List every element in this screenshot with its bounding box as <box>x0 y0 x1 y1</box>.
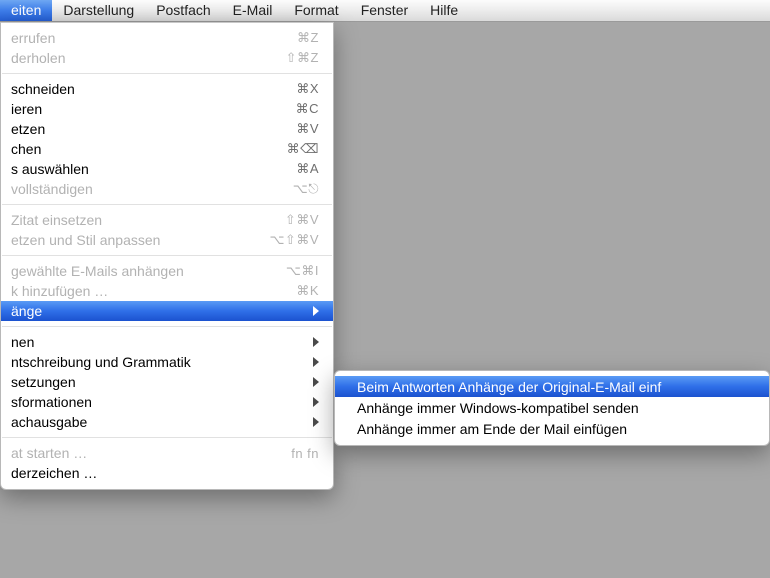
chevron-right-icon <box>313 357 319 367</box>
menu-item-redo: derholen ⇧⌘Z <box>1 48 333 68</box>
submenu-item-label: Anhänge immer Windows-kompatibel senden <box>357 400 639 416</box>
menu-separator <box>2 73 332 74</box>
menu-item-label: chen <box>11 141 273 157</box>
menu-item-attachments[interactable]: änge <box>1 301 333 321</box>
menu-item-special-characters[interactable]: derzeichen … <box>1 463 333 483</box>
menu-item-shortcut: ⌥⌘I <box>273 263 319 279</box>
menu-item-undo: errufen ⌘Z <box>1 28 333 48</box>
submenu-item-windows-friendly[interactable]: Anhänge immer Windows-kompatibel senden <box>335 397 769 418</box>
menu-item-label: änge <box>11 303 305 319</box>
menu-item-submenu-1[interactable]: nen <box>1 332 333 352</box>
menu-title-darstellung[interactable]: Darstellung <box>52 0 145 21</box>
menu-item-complete: vollständigen ⌥⎋ <box>1 179 333 199</box>
menu-item-label: s auswählen <box>11 161 273 177</box>
menu-item-label: ieren <box>11 101 273 117</box>
menu-item-shortcut: ⌘C <box>273 101 319 117</box>
menu-item-label: schneiden <box>11 81 273 97</box>
menu-item-label: derzeichen … <box>11 465 319 481</box>
menu-item-paste-as-quote: Zitat einsetzen ⇧⌘V <box>1 210 333 230</box>
menu-separator <box>2 437 332 438</box>
menu-item-shortcut: ⇧⌘V <box>273 212 319 228</box>
menu-item-label: setzungen <box>11 374 305 390</box>
chevron-right-icon <box>313 306 319 316</box>
menu-item-speech[interactable]: achausgabe <box>1 412 333 432</box>
menu-separator <box>2 204 332 205</box>
menu-item-select-all[interactable]: s auswählen ⌘A <box>1 159 333 179</box>
chevron-right-icon <box>313 397 319 407</box>
menu-item-paste-match-style: etzen und Stil anpassen ⌥⇧⌘V <box>1 230 333 250</box>
menu-item-substitutions[interactable]: setzungen <box>1 372 333 392</box>
menu-item-add-link: k hinzufügen … ⌘K <box>1 281 333 301</box>
menu-item-label: vollständigen <box>11 181 273 197</box>
menu-item-transformations[interactable]: sformationen <box>1 392 333 412</box>
menu-separator <box>2 255 332 256</box>
menu-item-delete[interactable]: chen ⌘⌫ <box>1 139 333 159</box>
menu-item-shortcut: ⌘V <box>273 121 319 137</box>
menu-item-spelling-grammar[interactable]: ntschreibung und Grammatik <box>1 352 333 372</box>
submenu-item-label: Anhänge immer am Ende der Mail einfügen <box>357 421 627 437</box>
menu-item-label: Zitat einsetzen <box>11 212 273 228</box>
menu-title-postfach[interactable]: Postfach <box>145 0 221 21</box>
menu-item-label: sformationen <box>11 394 305 410</box>
menu-item-label: errufen <box>11 30 273 46</box>
menu-item-label: nen <box>11 334 305 350</box>
chevron-right-icon <box>313 337 319 347</box>
menu-separator <box>2 326 332 327</box>
menu-item-start-dictation: at starten … fn fn <box>1 443 333 463</box>
menu-item-label: ntschreibung und Grammatik <box>11 354 305 370</box>
menu-title-email[interactable]: E-Mail <box>222 0 284 21</box>
menu-item-cut[interactable]: schneiden ⌘X <box>1 79 333 99</box>
menubar: eiten Darstellung Postfach E-Mail Format… <box>0 0 770 22</box>
menu-item-label: achausgabe <box>11 414 305 430</box>
chevron-right-icon <box>313 377 319 387</box>
menu-title-fenster[interactable]: Fenster <box>350 0 419 21</box>
menu-item-copy[interactable]: ieren ⌘C <box>1 99 333 119</box>
menu-item-shortcut: ⌘A <box>273 161 319 177</box>
menu-item-shortcut: ⌥⇧⌘V <box>269 232 319 248</box>
attachments-submenu: Beim Antworten Anhänge der Original-E-Ma… <box>334 370 770 446</box>
menu-item-shortcut: ⇧⌘Z <box>273 50 319 66</box>
menu-item-shortcut: ⌘⌫ <box>273 141 319 157</box>
menu-item-paste[interactable]: etzen ⌘V <box>1 119 333 139</box>
menu-item-shortcut: ⌥⎋ <box>273 181 319 197</box>
menu-item-shortcut: fn fn <box>273 446 319 461</box>
edit-menu-dropdown: errufen ⌘Z derholen ⇧⌘Z schneiden ⌘X ier… <box>0 22 334 490</box>
menu-title-bearbeiten[interactable]: eiten <box>0 0 52 21</box>
menu-item-attach-selected: gewählte E-Mails anhängen ⌥⌘I <box>1 261 333 281</box>
menu-item-label: k hinzufügen … <box>11 283 273 299</box>
menu-item-label: at starten … <box>11 445 273 461</box>
submenu-item-include-original-attachments[interactable]: Beim Antworten Anhänge der Original-E-Ma… <box>335 376 769 397</box>
menu-item-shortcut: ⌘Z <box>273 30 319 46</box>
submenu-item-label: Beim Antworten Anhänge der Original-E-Ma… <box>357 379 661 395</box>
menu-item-label: etzen und Stil anpassen <box>11 232 269 248</box>
chevron-right-icon <box>313 417 319 427</box>
menu-item-label: derholen <box>11 50 273 66</box>
menu-title-hilfe[interactable]: Hilfe <box>419 0 469 21</box>
menu-item-label: gewählte E-Mails anhängen <box>11 263 273 279</box>
menu-item-shortcut: ⌘X <box>273 81 319 97</box>
submenu-item-insert-at-end[interactable]: Anhänge immer am Ende der Mail einfügen <box>335 418 769 439</box>
menu-title-format[interactable]: Format <box>283 0 349 21</box>
menu-item-shortcut: ⌘K <box>273 283 319 299</box>
menu-item-label: etzen <box>11 121 273 137</box>
